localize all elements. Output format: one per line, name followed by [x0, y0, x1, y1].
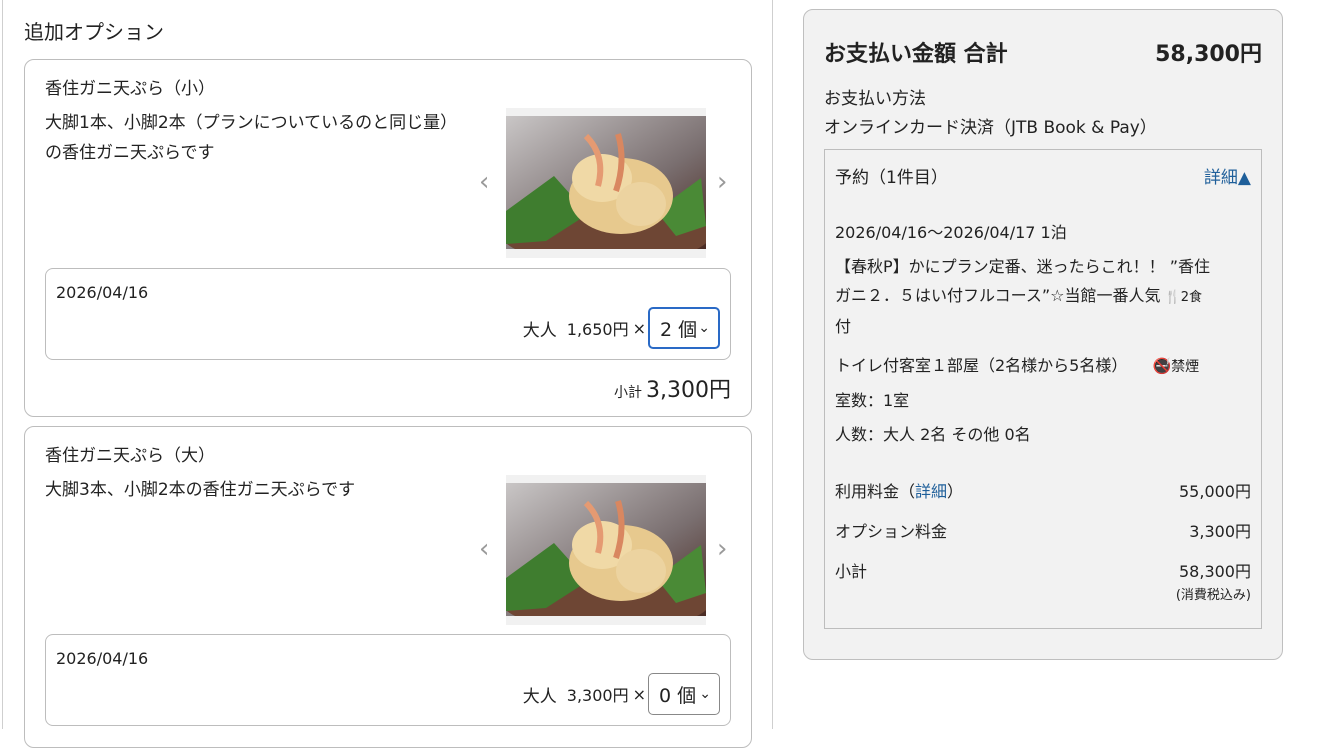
guest-count: 人数：大人 2名 その他 0名 — [835, 425, 1031, 444]
plan-name-line: 【春秋P】かにプラン定番、迷ったらこれ！！ ”香住 — [835, 257, 1211, 276]
option-card: 香住ガニ天ぷら（大） 大脚3本、小脚2本の香住ガニ天ぷらです ‹ › 2026/… — [24, 426, 752, 748]
usage-fee-value: 55,000円 — [1179, 482, 1251, 501]
reservation-subtotal-label: 小計 — [835, 562, 868, 581]
usage-fee-label-close: ） — [947, 482, 964, 501]
reservation-detail-toggle[interactable]: 詳細▲ — [1204, 163, 1251, 188]
quantity-label: 大人 — [522, 320, 557, 341]
usage-fee-detail-link[interactable]: 詳細 — [915, 482, 947, 501]
section-title: 追加オプション — [24, 20, 164, 44]
no-smoking-icon: 🚭 — [1152, 357, 1172, 375]
crab-tempura-photo — [506, 483, 706, 616]
times-sign: × — [632, 318, 646, 338]
subtotal-label: 小計 — [614, 385, 643, 401]
option-photo — [506, 108, 706, 258]
reservation-subtotal-row: 小計 58,300円 — [835, 558, 1251, 582]
no-smoking-badge: 🚭禁煙 — [1152, 357, 1200, 375]
option-date-box: 2026/04/16 大人 1,650円 × 2 個 ⌄ — [45, 268, 731, 360]
quantity-label: 大人 — [522, 686, 557, 707]
quantity-select[interactable]: 0 個 ⌄ — [648, 673, 720, 715]
meal-badge: 🍴2食 — [1165, 290, 1202, 305]
option-name: 香住ガニ天ぷら（小） — [45, 79, 215, 99]
payment-summary-panel: お支払い金額 合計 58,300円 お支払い方法 オンラインカード決済（JTB … — [803, 9, 1283, 660]
usage-fee-row: 利用料金（詳細） 55,000円 — [835, 478, 1251, 502]
payment-method-label: お支払い方法 — [824, 89, 926, 109]
option-subtotal: 小計 3,300円 — [614, 372, 731, 404]
payment-method-value: オンラインカード決済（JTB Book & Pay） — [824, 118, 1157, 138]
quantity-row: 大人 3,300円 × 0 個 ⌄ — [523, 672, 720, 716]
reservation-box: 予約（1件目） 詳細▲ 2026/04/16～2026/04/17 1泊 【春秋… — [824, 149, 1262, 629]
meal-label: 2食 — [1180, 290, 1202, 305]
option-photo — [506, 475, 706, 625]
room-type: トイレ付客室１部屋（2名様から5名様） 🚭禁煙 — [835, 352, 1199, 376]
tax-note: (消費税込み) — [1175, 588, 1251, 603]
room-count: 室数：1室 — [835, 391, 910, 410]
option-description: 大脚3本、小脚2本の香住ガニ天ぷらです — [45, 475, 475, 505]
unit-price: 3,300円 — [566, 686, 629, 705]
option-name: 香住ガニ天ぷら（大） — [45, 446, 215, 466]
reservation-subtotal-value: 58,300円 — [1179, 562, 1251, 581]
chevron-left-icon[interactable]: ‹ — [479, 167, 489, 197]
plan-name-text: ガニ２．５はい付フルコース”☆当館一番人気 — [835, 286, 1161, 305]
reservation-heading: 予約（1件目） — [835, 168, 948, 188]
quantity-row: 大人 1,650円 × 2 個 ⌄ — [523, 306, 720, 350]
fork-knife-icon: 🍴 — [1164, 290, 1181, 305]
option-fee-value: 3,300円 — [1189, 522, 1251, 541]
no-smoking-label: 禁煙 — [1171, 359, 1200, 375]
option-description: 大脚1本、小脚2本（プランについているのと同じ量） の香住ガニ天ぷらです — [45, 108, 475, 168]
payment-total-label: お支払い金額 合計 — [824, 42, 1008, 67]
option-fee-label: オプション料金 — [835, 522, 948, 541]
plan-name-line: 付 — [835, 317, 852, 336]
chevron-right-icon[interactable]: › — [717, 167, 727, 197]
times-sign: × — [632, 684, 646, 704]
option-description-line: の香住ガニ天ぷらです — [45, 143, 215, 163]
room-type-text: トイレ付客室１部屋（2名様から5名様） — [835, 356, 1128, 375]
chevron-right-icon[interactable]: › — [717, 534, 727, 564]
option-date: 2026/04/16 — [56, 283, 149, 302]
crab-tempura-photo — [506, 116, 706, 249]
quantity-value: 2 個 — [660, 318, 698, 341]
column-divider — [772, 0, 773, 729]
reservation-dates: 2026/04/16～2026/04/17 1泊 — [835, 223, 1067, 242]
option-description-line: 大脚3本、小脚2本の香住ガニ天ぷらです — [45, 480, 356, 500]
option-fee-row: オプション料金 3,300円 — [835, 518, 1251, 542]
usage-fee-label: 利用料金（ — [835, 482, 916, 501]
quantity-select[interactable]: 2 個 ⌄ — [648, 307, 720, 349]
plan-name: 【春秋P】かにプラン定番、迷ったらこれ！！ ”香住 ガニ２．５はい付フルコース”… — [835, 252, 1253, 341]
left-border — [2, 0, 3, 729]
plan-name-line: ガニ２．５はい付フルコース”☆当館一番人気 🍴2食 — [835, 281, 1253, 312]
unit-price: 1,650円 — [566, 320, 629, 339]
option-card: 香住ガニ天ぷら（小） 大脚1本、小脚2本（プランについているのと同じ量） の香住… — [24, 59, 752, 417]
payment-total-value: 58,300円 — [1155, 42, 1262, 67]
chevron-down-icon: ⌄ — [698, 320, 710, 336]
option-date-box: 2026/04/16 大人 3,300円 × 0 個 ⌄ — [45, 634, 731, 726]
quantity-value: 0 個 — [659, 684, 697, 707]
option-date: 2026/04/16 — [56, 649, 149, 668]
chevron-down-icon: ⌄ — [699, 686, 711, 702]
subtotal-value: 3,300円 — [646, 378, 731, 403]
option-description-line: 大脚1本、小脚2本（プランについているのと同じ量） — [45, 113, 458, 133]
chevron-left-icon[interactable]: ‹ — [479, 534, 489, 564]
